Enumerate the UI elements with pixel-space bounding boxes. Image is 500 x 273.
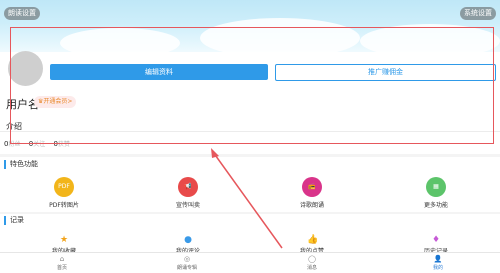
annotation-arrow-icon — [211, 148, 283, 249]
